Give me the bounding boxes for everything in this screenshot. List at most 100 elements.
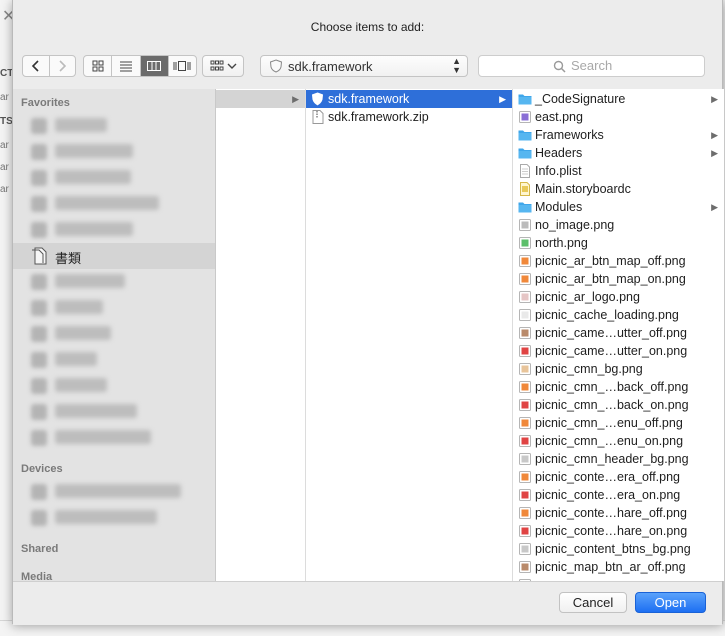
column-row-folder[interactable]: Modules ▶ — [513, 198, 724, 216]
sidebar-item[interactable] — [13, 425, 215, 451]
coverflow-view-button[interactable] — [169, 56, 196, 76]
image-file-icon — [518, 218, 531, 232]
column-row-label: Main.storyboardc — [535, 182, 631, 196]
sidebar-item[interactable] — [13, 165, 215, 191]
column-row-file[interactable]: picnic_conte…hare_off.png — [513, 504, 724, 522]
sidebar-item[interactable] — [13, 505, 215, 531]
column-row-label: north.png — [535, 236, 588, 250]
column-row-folder[interactable]: Headers ▶ — [513, 144, 724, 162]
column-row-sdk-framework[interactable]: sdk.framework ▶ — [306, 90, 512, 108]
sidebar-item[interactable] — [13, 113, 215, 139]
search-field[interactable] — [478, 55, 705, 77]
sidebar-item[interactable] — [13, 295, 215, 321]
open-dialog: Choose items to add: sdk.framework ▲ ▼ S… — [12, 0, 724, 625]
sidebar-item[interactable] — [13, 217, 215, 243]
column-row-sdk-framework-zip[interactable]: sdk.framework.zip — [306, 108, 512, 126]
icon-view-button[interactable] — [84, 56, 113, 76]
column-row-file[interactable]: Info.plist — [513, 162, 724, 180]
sidebar-item-icon — [31, 170, 47, 186]
column-row-file[interactable]: picnic_cmn_…enu_on.png — [513, 432, 724, 450]
column-row-file[interactable]: picnic_conte…era_on.png — [513, 486, 724, 504]
sidebar-item-label: 書類 — [55, 251, 82, 266]
column-row-file[interactable]: picnic_ar_logo.png — [513, 288, 724, 306]
sidebar-item[interactable] — [13, 347, 215, 373]
column-view-icon — [147, 61, 162, 71]
column-row-label: picnic_ar_logo.png — [535, 290, 640, 304]
browser-column-1: ▶ — [216, 89, 306, 581]
sidebar-item-icon — [31, 118, 47, 134]
column-row-file[interactable]: picnic_cache_loading.png — [513, 306, 724, 324]
folder-icon — [518, 146, 532, 160]
image-file-icon — [518, 236, 531, 250]
column-row-label: picnic_cache_loading.png — [535, 308, 679, 322]
search-input[interactable] — [571, 58, 691, 73]
open-button[interactable]: Open — [635, 592, 706, 613]
list-view-button[interactable] — [112, 56, 141, 76]
sidebar-item[interactable] — [13, 479, 215, 505]
sidebar: Favorites 書類 Devices Shared Media — [13, 89, 216, 581]
sidebar-item-label — [55, 222, 133, 236]
image-file-icon — [518, 254, 531, 268]
column-row-file[interactable]: picnic_cmn_…back_on.png — [513, 396, 724, 414]
column-row-file[interactable]: Main.storyboardc — [513, 180, 724, 198]
background-text: TS — [0, 116, 13, 127]
icon-view-icon — [92, 60, 104, 72]
sidebar-item[interactable] — [13, 373, 215, 399]
column-row-label: picnic_conte…era_on.png — [535, 488, 681, 502]
folder-icon — [518, 200, 532, 214]
background-text: ar — [0, 184, 9, 195]
back-button[interactable] — [23, 56, 50, 76]
column-row-label: picnic_map_btn_ar_off.png — [535, 560, 686, 574]
image-file-icon — [518, 362, 531, 376]
column-row-label: picnic_content_btns_bg.png — [535, 542, 691, 556]
column-row-label: picnic_ar_btn_map_off.png — [535, 254, 686, 268]
column-row-file[interactable]: no_image.png — [513, 216, 724, 234]
column-row-file[interactable]: picnic_cmn_…enu_off.png — [513, 414, 724, 432]
column-row-file[interactable]: picnic_cmn_…back_off.png — [513, 378, 724, 396]
sidebar-item-icon — [31, 378, 47, 394]
column-row-file[interactable]: picnic_came…utter_on.png — [513, 342, 724, 360]
sidebar-item[interactable] — [13, 191, 215, 217]
image-file-icon — [518, 434, 531, 448]
sidebar-item-documents[interactable]: 書類 — [13, 243, 215, 269]
sidebar-item[interactable] — [13, 399, 215, 425]
column-row-label: Info.plist — [535, 164, 582, 178]
forward-button[interactable] — [50, 56, 76, 76]
sidebar-item-icon — [31, 300, 47, 316]
chevron-down-icon — [227, 63, 236, 69]
image-file-icon — [518, 272, 531, 286]
image-file-icon — [518, 380, 531, 394]
documents-icon — [32, 247, 47, 265]
path-popup[interactable]: sdk.framework ▲ ▼ — [260, 55, 468, 77]
sidebar-item-label — [55, 326, 111, 340]
column-row-file[interactable]: picnic_came…utter_off.png — [513, 324, 724, 342]
column-row-file[interactable]: picnic_cmn_bg.png — [513, 360, 724, 378]
sidebar-item-label — [55, 300, 103, 314]
chevron-right-icon: ▶ — [711, 130, 718, 140]
column-row-label: sdk.framework.zip — [328, 110, 429, 124]
column-row-file[interactable]: north.png — [513, 234, 724, 252]
column-row-file[interactable]: picnic_conte…hare_on.png — [513, 522, 724, 540]
zip-file-icon — [312, 110, 324, 124]
column-row-label: Headers — [535, 146, 583, 160]
column-row-label: no_image.png — [535, 218, 615, 232]
column-row-file[interactable]: picnic_ar_btn_map_off.png — [513, 252, 724, 270]
column-row-file[interactable]: picnic_conte…era_off.png — [513, 468, 724, 486]
chevron-right-icon: ▶ — [711, 94, 718, 104]
sidebar-item-label — [55, 144, 133, 158]
column-row-folder[interactable]: _CodeSignature ▶ — [513, 90, 724, 108]
sidebar-item-label — [55, 404, 137, 418]
sidebar-item[interactable] — [13, 321, 215, 347]
column-row-folder[interactable]: Frameworks ▶ — [513, 126, 724, 144]
column-row-file[interactable]: picnic_content_btns_bg.png — [513, 540, 724, 558]
column-row-file[interactable]: picnic_map_btn_ar_off.png — [513, 558, 724, 576]
column-row-file[interactable]: picnic_ar_btn_map_on.png — [513, 270, 724, 288]
column-row[interactable]: ▶ — [216, 90, 305, 108]
column-view-button[interactable] — [140, 56, 169, 76]
column-row-file[interactable]: picnic_cmn_header_bg.png — [513, 450, 724, 468]
sidebar-item[interactable] — [13, 269, 215, 295]
sidebar-item[interactable] — [13, 139, 215, 165]
cancel-button[interactable]: Cancel — [559, 592, 627, 613]
arrange-button[interactable] — [202, 55, 244, 77]
column-row-file[interactable]: east.png — [513, 108, 724, 126]
